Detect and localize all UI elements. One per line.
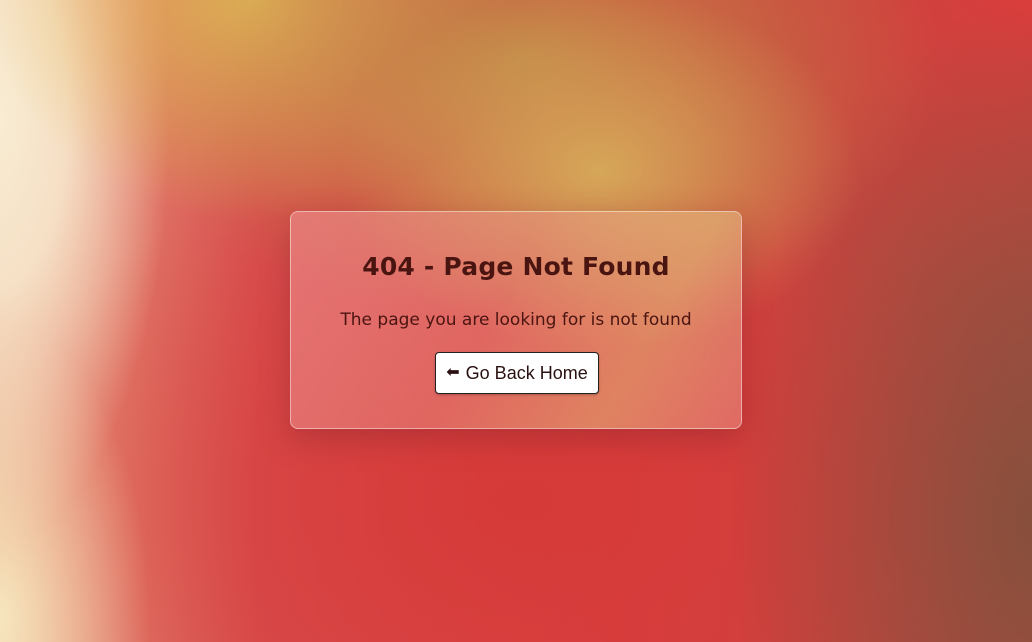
error-message: The page you are looking for is not foun… <box>340 310 692 330</box>
go-back-home-label: Go Back Home <box>465 362 588 383</box>
go-back-home-button[interactable]: ⬅ Go Back Home <box>435 352 599 394</box>
error-card: 404 - Page Not Found The page you are lo… <box>290 211 742 429</box>
error-title: 404 - Page Not Found <box>362 252 670 281</box>
arrow-left-icon: ⬅ <box>446 364 460 381</box>
